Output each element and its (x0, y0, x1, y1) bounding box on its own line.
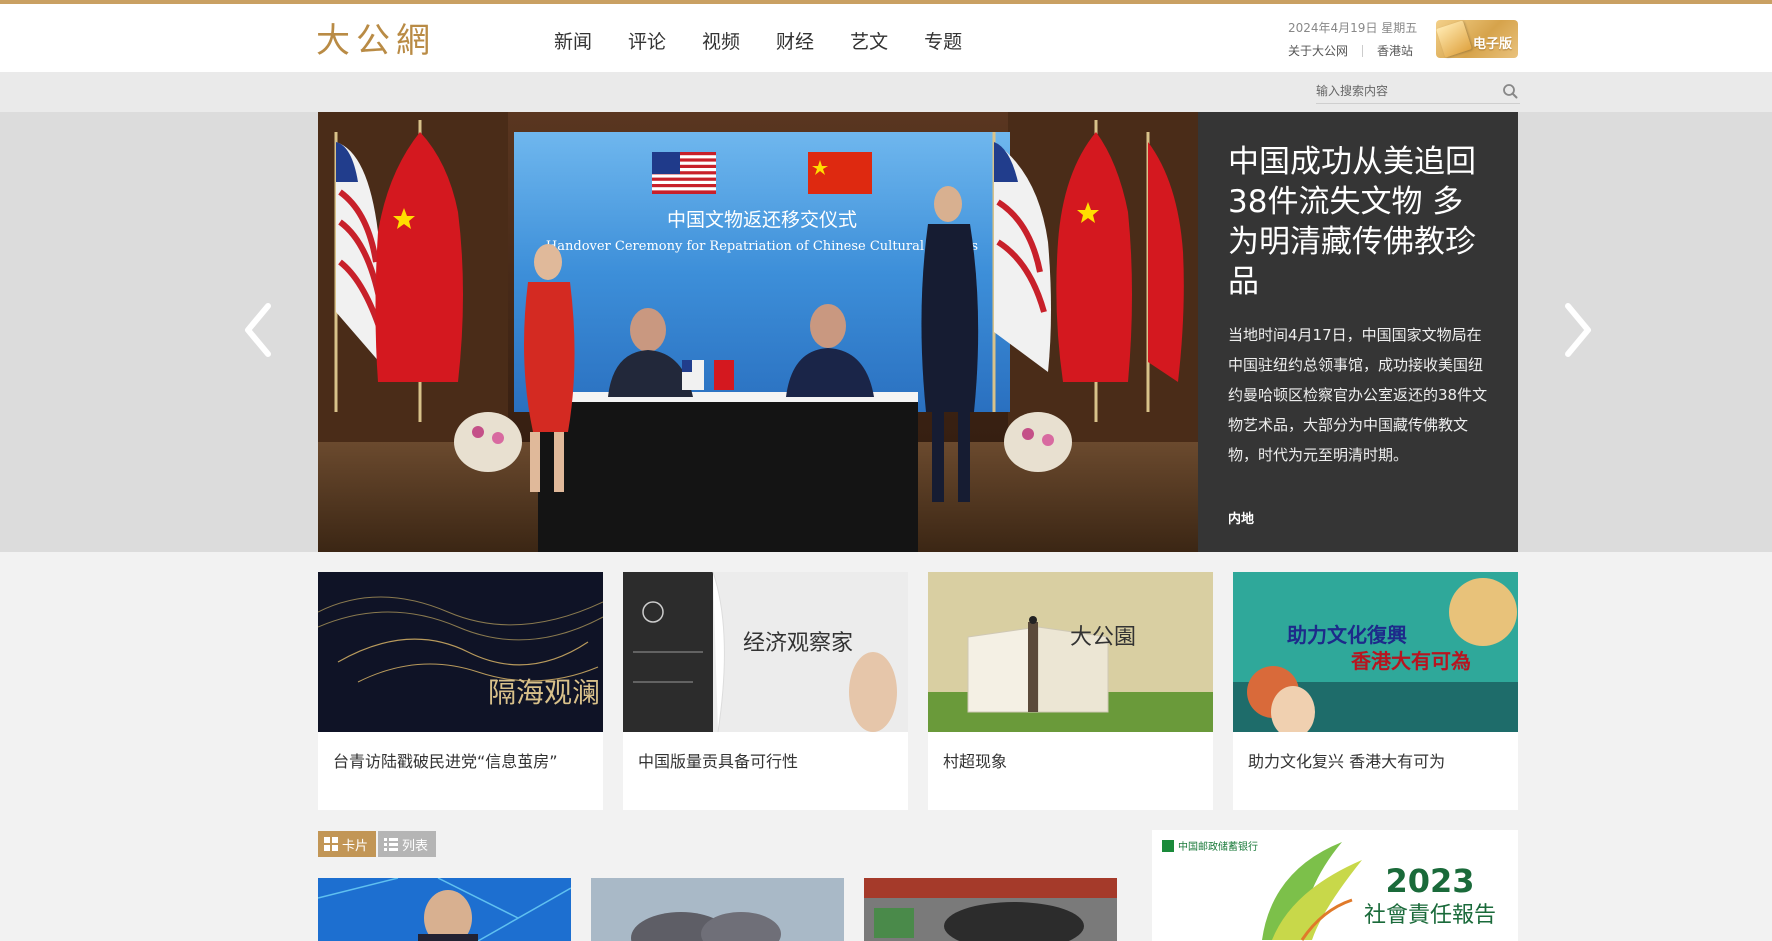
hero-text-panel: 中国成功从美追回38件流失文物 多为明清藏传佛教珍品 当地时间4月17日，中国国… (1198, 112, 1518, 552)
hero-photo: 中国文物返还移交仪式 Handover Ceremony for Repatri… (318, 112, 1198, 552)
link-divider (1362, 44, 1364, 57)
svg-text:隔海观澜: 隔海观澜 (488, 676, 600, 709)
list-view-label: 列表 (402, 838, 429, 854)
card-view-button[interactable]: 卡片 (318, 831, 377, 857)
search-strip (0, 72, 1772, 112)
card-image[interactable]: 经济观察家 (623, 572, 908, 732)
hongkong-site-link[interactable]: 香港站 (1377, 42, 1413, 59)
card-view-label: 卡片 (342, 838, 369, 854)
about-link[interactable]: 关于大公网 (1288, 42, 1348, 59)
column-card[interactable]: 隔海观澜 台青访陆戳破民进党“信息茧房” (318, 572, 603, 810)
main-nav: 新闻 评论 视频 财经 艺文 专题 (554, 28, 998, 56)
svg-text:中国文物返还移交仪式: 中国文物返还移交仪式 (667, 209, 857, 231)
search-input[interactable] (1316, 80, 1486, 102)
nav-item-news[interactable]: 新闻 (554, 28, 592, 56)
search-box (1316, 80, 1520, 104)
card-title[interactable]: 助力文化复兴 香港大有可为 (1233, 750, 1518, 774)
card-image[interactable]: 大公園 (928, 572, 1213, 732)
svg-text:大公園: 大公園 (1070, 625, 1136, 650)
quick-links: 关于大公网 香港站 (1288, 42, 1413, 59)
column-cards: 隔海观澜 台青访陆戳破民进党“信息茧房” 经济观察家 中国版量贡具备可行性 大公… (318, 572, 1518, 810)
hero-summary: 当地时间4月17日，中国国家文物局在中国驻纽约总领事馆，成功接收美国纽约曼哈顿区… (1228, 326, 1488, 464)
hero-category-tag[interactable]: 内地 (1228, 508, 1254, 527)
svg-text:中国邮政储蓄银行: 中国邮政储蓄银行 (1178, 840, 1258, 853)
nav-item-topics[interactable]: 专题 (924, 28, 962, 56)
svg-text:助力文化復興: 助力文化復興 (1287, 623, 1407, 647)
current-date: 2024年4月19日 星期五 (1288, 21, 1418, 35)
svg-text:大公網: 大公網 (316, 21, 436, 60)
news-thumbnail[interactable] (318, 878, 571, 941)
site-logo[interactable]: 大公網 (316, 18, 460, 60)
card-title[interactable]: 村超现象 (928, 750, 1213, 774)
news-thumbnail[interactable] (591, 878, 844, 941)
svg-text:香港大有可為: 香港大有可為 (1351, 649, 1471, 673)
nav-item-video[interactable]: 视频 (702, 28, 740, 56)
column-card[interactable]: 助力文化復興 香港大有可為 助力文化复兴 香港大有可为 (1233, 572, 1518, 810)
card-title[interactable]: 中国版量贡具备可行性 (623, 750, 908, 774)
view-toggle: 卡片 列表 (318, 831, 437, 857)
svg-text:2023: 2023 (1385, 862, 1474, 900)
hero-prev-arrow-icon[interactable] (240, 300, 276, 360)
epaper-book-icon (1436, 20, 1472, 58)
site-header: 大公網 新闻 评论 视频 财经 艺文 专题 2024年4月19日 星期五 关于大… (0, 4, 1772, 72)
nav-item-finance[interactable]: 财经 (776, 28, 814, 56)
nav-item-arts[interactable]: 艺文 (850, 28, 888, 56)
svg-text:Handover Ceremony for Repatria: Handover Ceremony for Repatriation of Ch… (546, 239, 978, 254)
hero-next-arrow-icon[interactable] (1560, 300, 1596, 360)
epaper-button[interactable]: 电子版 (1436, 20, 1518, 58)
list-view-button[interactable]: 列表 (378, 831, 437, 857)
column-card[interactable]: 经济观察家 中国版量贡具备可行性 (623, 572, 908, 810)
list-icon (384, 838, 399, 851)
epaper-label: 电子版 (1472, 37, 1512, 52)
card-title[interactable]: 台青访陆戳破民进党“信息茧房” (318, 750, 603, 774)
svg-text:社會責任報告: 社會責任報告 (1364, 903, 1496, 928)
card-image[interactable]: 隔海观澜 (318, 572, 603, 732)
grid-icon (324, 837, 338, 851)
news-thumbnail[interactable] (864, 878, 1117, 941)
nav-item-opinion[interactable]: 评论 (628, 28, 666, 56)
hero-carousel: 中国文物返还移交仪式 Handover Ceremony for Repatri… (318, 112, 1518, 552)
advertisement-banner[interactable]: 中国邮政储蓄银行 2023 社會責任報告 (1152, 830, 1518, 941)
hero-image[interactable]: 中国文物返还移交仪式 Handover Ceremony for Repatri… (318, 112, 1198, 552)
column-card[interactable]: 大公園 村超现象 (928, 572, 1213, 810)
search-icon[interactable] (1502, 83, 1518, 99)
hero-headline[interactable]: 中国成功从美追回38件流失文物 多为明清藏传佛教珍品 (1228, 142, 1490, 302)
svg-text:经济观察家: 经济观察家 (743, 631, 853, 656)
card-image[interactable]: 助力文化復興 香港大有可為 (1233, 572, 1518, 732)
